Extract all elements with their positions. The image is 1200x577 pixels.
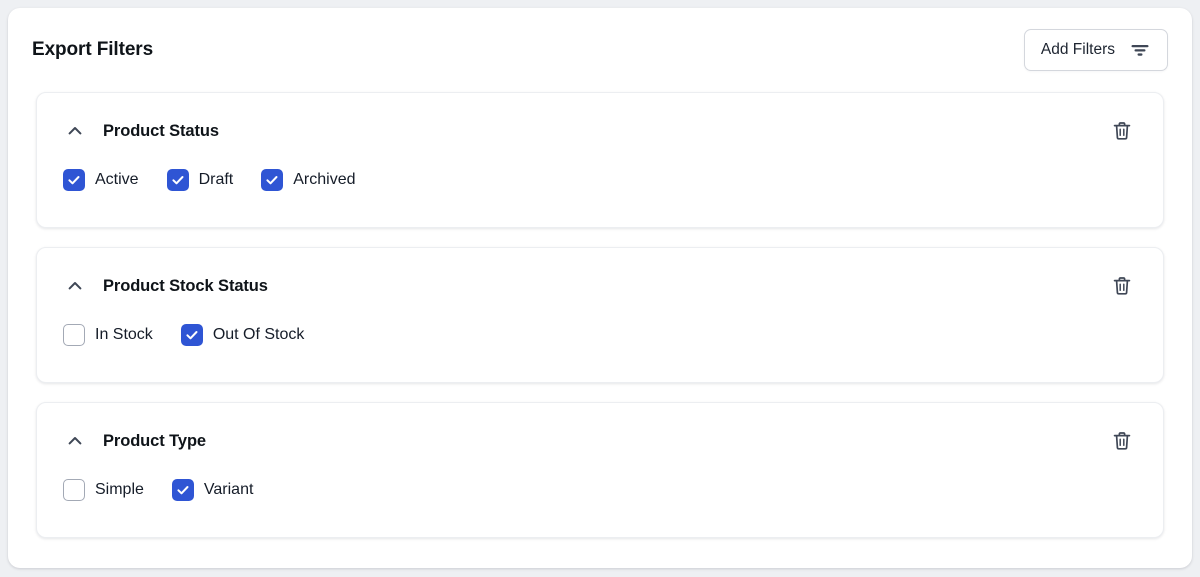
filter-group-header-left: Product Type: [63, 429, 206, 453]
filter-group-title: Product Type: [103, 431, 207, 450]
add-filters-button[interactable]: Add Filters: [1023, 29, 1168, 71]
filter-group-header-left: Product Status: [63, 119, 219, 143]
filter-option[interactable]: Variant: [171, 479, 254, 501]
filter-group-header: Product Type: [37, 403, 1163, 479]
filter-options-row: Active Draft Archived: [37, 169, 1163, 227]
checkbox-checked-icon[interactable]: [171, 479, 194, 501]
page-title: Export Filters: [32, 39, 154, 60]
chevron-up-icon[interactable]: [63, 429, 87, 453]
filter-option-label: In Stock: [95, 326, 153, 343]
filter-option-label: Draft: [198, 171, 234, 188]
filter-option[interactable]: Out Of Stock: [180, 324, 305, 346]
filter-options-row: Simple Variant: [37, 479, 1163, 537]
chevron-up-icon[interactable]: [63, 119, 87, 143]
filter-group-header: Product Status: [37, 93, 1163, 169]
filter-option[interactable]: Active: [63, 169, 139, 191]
filter-group-card: Product Stock Status In Stock Out Of Sto…: [36, 247, 1164, 383]
filter-group-header-left: Product Stock Status: [63, 274, 268, 298]
filter-group-title: Product Status: [103, 121, 219, 140]
panel-header: Export Filters Add Filters: [8, 8, 1192, 92]
checkbox-unchecked-icon[interactable]: [63, 479, 85, 501]
filter-group-card: Product Type Simple Variant: [36, 402, 1164, 538]
chevron-up-icon[interactable]: [63, 274, 87, 298]
checkbox-checked-icon[interactable]: [180, 324, 203, 346]
filter-option[interactable]: In Stock: [63, 324, 153, 346]
checkbox-checked-icon[interactable]: [261, 169, 284, 191]
filter-option-label: Simple: [95, 481, 144, 498]
filter-option[interactable]: Draft: [166, 169, 234, 191]
trash-icon[interactable]: [1109, 118, 1135, 144]
filter-lines-icon: [1129, 39, 1151, 61]
filter-options-row: In Stock Out Of Stock: [37, 324, 1163, 382]
filter-option-label: Active: [95, 171, 139, 188]
filter-option-label: Variant: [203, 481, 254, 498]
filter-group-card: Product Status Active Draft Archived: [36, 92, 1164, 228]
trash-icon[interactable]: [1109, 428, 1135, 454]
filter-option[interactable]: Simple: [63, 479, 144, 501]
add-filters-label: Add Filters: [1040, 41, 1115, 58]
filter-option-label: Out Of Stock: [212, 326, 305, 343]
checkbox-checked-icon[interactable]: [166, 169, 189, 191]
filter-group-title: Product Stock Status: [103, 276, 268, 295]
checkbox-checked-icon[interactable]: [63, 169, 85, 191]
export-filters-panel: Export Filters Add Filters Product Statu…: [8, 8, 1192, 568]
filter-option[interactable]: Archived: [261, 169, 356, 191]
trash-icon[interactable]: [1109, 273, 1135, 299]
filter-option-label: Archived: [293, 171, 356, 188]
filter-group-header: Product Stock Status: [37, 248, 1163, 324]
filter-groups-list: Product Status Active Draft Archived Pro…: [8, 92, 1192, 538]
checkbox-unchecked-icon[interactable]: [63, 324, 85, 346]
